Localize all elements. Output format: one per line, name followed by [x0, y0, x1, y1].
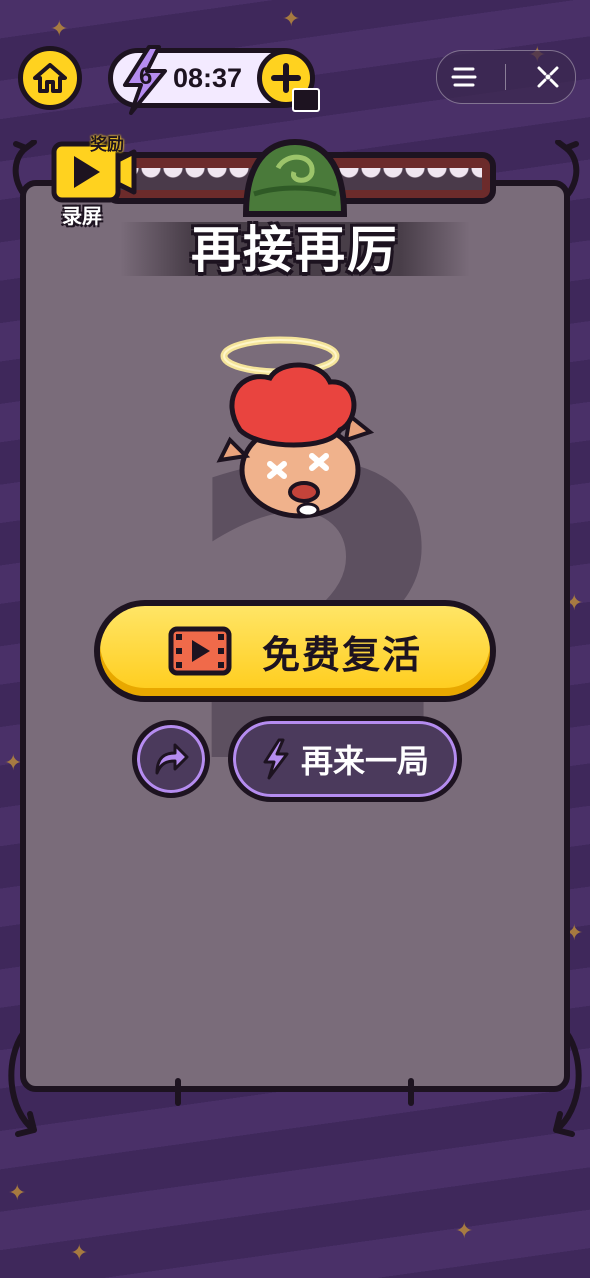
free-revive-label: 免费复活: [261, 634, 422, 677]
record-label: 录屏: [62, 206, 102, 228]
panel-bottom-tick: [408, 1078, 414, 1106]
share-arrow-icon: [155, 743, 189, 775]
home-icon: [33, 63, 67, 93]
sparkle-decoration: ✦: [282, 6, 301, 31]
mini-program-capsule: [436, 50, 576, 104]
lightning-bolt-icon: [263, 738, 289, 780]
share-button[interactable]: [132, 720, 210, 798]
add-energy-button[interactable]: [257, 49, 320, 112]
play-again-button[interactable]: 再来一局: [228, 716, 462, 802]
helmet-icon: [242, 138, 348, 217]
sparkle-decoration: ✦: [50, 16, 69, 41]
menu-icon[interactable]: [451, 66, 477, 88]
reward-label: 奖励: [90, 135, 124, 154]
play-again-label: 再来一局: [300, 743, 429, 779]
free-revive-button[interactable]: 免费复活: [94, 600, 496, 702]
sparkle-decoration: ✦: [8, 1180, 27, 1205]
capsule-divider: [505, 64, 507, 90]
close-icon[interactable]: [535, 64, 561, 90]
energy-counter: 6 08:37: [108, 45, 320, 115]
home-button[interactable]: [18, 46, 82, 110]
energy-timer: 08:37: [173, 63, 243, 93]
video-icon: [292, 88, 320, 112]
sparkle-decoration: ✦: [70, 1240, 89, 1265]
energy-count: 6: [139, 63, 153, 90]
sparkle-decoration: ✦: [455, 1218, 474, 1243]
panel-bottom-tick: [175, 1078, 181, 1106]
video-icon: [168, 626, 232, 676]
character-avatar: [216, 336, 375, 519]
